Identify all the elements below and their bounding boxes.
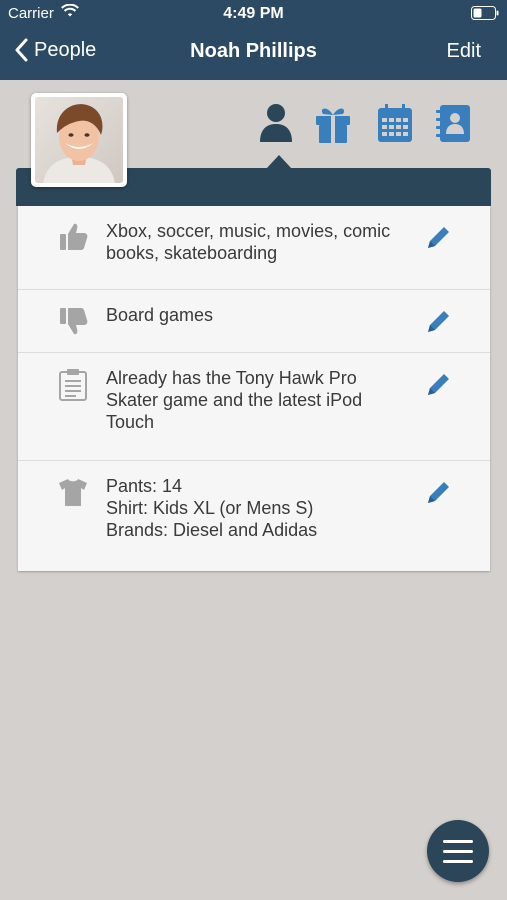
list-item-notes[interactable]: Already has the Tony Hawk Pro Skater gam…: [18, 353, 490, 461]
tab-indicator: [266, 155, 292, 169]
clock: 4:49 PM: [223, 5, 284, 22]
battery-icon: [471, 6, 499, 24]
tab-profile[interactable]: [256, 102, 296, 144]
address-book-icon: [436, 105, 470, 142]
nav-header: People Noah Phillips Edit: [0, 30, 507, 76]
tshirt-icon: [59, 479, 87, 506]
avatar[interactable]: [31, 93, 127, 187]
avatar-photo: [35, 97, 123, 183]
pencil-icon[interactable]: [422, 369, 454, 401]
tab-contacts[interactable]: [434, 102, 474, 144]
dislikes-text: Board games: [106, 305, 214, 325]
list-item-dislikes[interactable]: Board games: [18, 290, 490, 353]
person-icon: [260, 104, 292, 142]
notes-text: Already has the Tony Hawk Pro Skater gam…: [106, 368, 363, 432]
clipboard-icon: [59, 369, 87, 401]
thumbs-down-icon: [60, 308, 88, 335]
hamburger-icon-bar: [443, 860, 473, 863]
calendar-icon: [378, 104, 412, 142]
sizes-text: Pants: 14 Shirt: Kids XL (or Mens S) Bra…: [106, 476, 318, 540]
pencil-icon[interactable]: [422, 306, 454, 338]
gift-icon: [316, 108, 350, 143]
list-item-sizes[interactable]: Pants: 14 Shirt: Kids XL (or Mens S) Bra…: [18, 461, 490, 571]
navigation-bar: Carrier 4:49 PM People Noah Phillips Edi…: [0, 0, 507, 80]
list-item-likes[interactable]: Xbox, soccer, music, movies, comic books…: [18, 206, 490, 290]
pencil-icon[interactable]: [422, 222, 454, 254]
thumbs-up-icon: [60, 223, 88, 250]
edit-button[interactable]: Edit: [447, 40, 481, 63]
hamburger-icon-bar: [443, 850, 473, 853]
details-card: Xbox, soccer, music, movies, comic books…: [18, 206, 490, 571]
page-title: Noah Phillips: [190, 40, 317, 62]
hamburger-icon: [443, 840, 473, 843]
tab-calendar[interactable]: [375, 102, 415, 144]
tab-gifts[interactable]: [313, 102, 353, 144]
status-bar: Carrier 4:49 PM: [0, 0, 507, 28]
likes-text: Xbox, soccer, music, movies, comic books…: [106, 221, 391, 263]
menu-button[interactable]: [427, 820, 489, 882]
pencil-icon[interactable]: [422, 477, 454, 509]
